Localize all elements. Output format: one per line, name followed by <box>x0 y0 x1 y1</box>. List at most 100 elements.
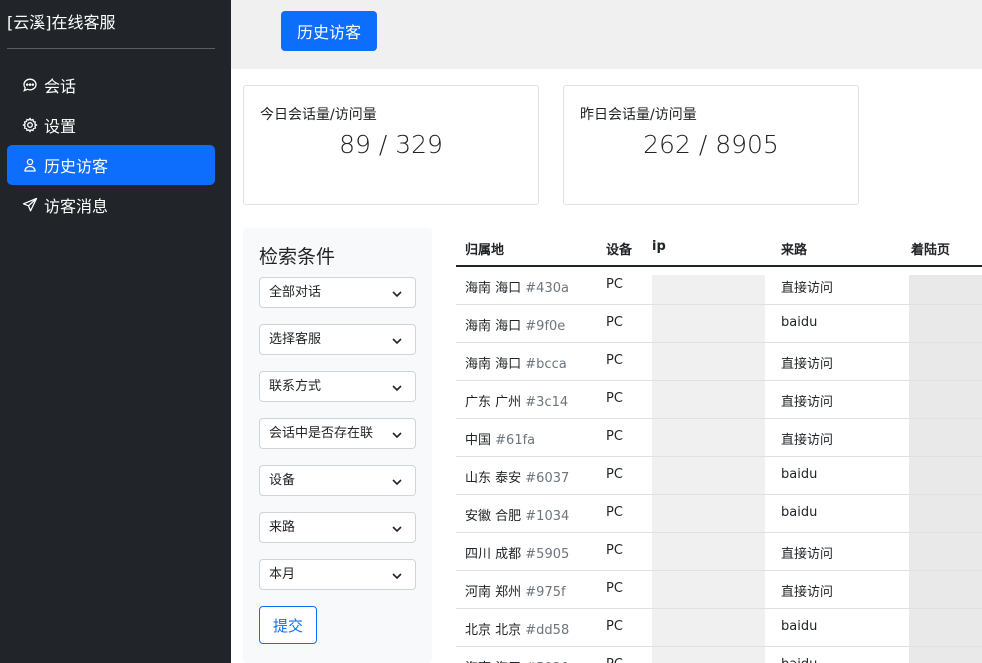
sidebar: [云溪]在线客服 会话 设置 历史访客 访客消息 <box>0 0 231 663</box>
device-cell: PC <box>606 619 623 634</box>
sidebar-item-visitor-messages[interactable]: 访客消息 <box>7 185 215 225</box>
device-cell: PC <box>606 467 623 482</box>
location-text: 四川 成都 <box>465 547 522 562</box>
chevron-down-icon <box>392 385 402 392</box>
device-cell: PC <box>606 277 623 292</box>
visitor-hash: #9f0e <box>525 319 566 334</box>
source-cell: baidu <box>781 619 818 634</box>
history-visitors-button[interactable]: 历史访客 <box>281 11 377 51</box>
visitor-hash: #5905 <box>525 547 570 562</box>
yesterday-stats-value: 262 / 8905 <box>643 130 779 159</box>
device-cell: PC <box>606 353 623 368</box>
table-row[interactable]: 北京 北京 #dd58 PC baidu <box>456 609 982 647</box>
column-header-landing-page: 着陆页 <box>911 243 951 258</box>
chat-icon <box>23 78 37 92</box>
sidebar-item-settings[interactable]: 设置 <box>7 105 215 145</box>
has-contact-filter-select[interactable]: 会话中是否存在联 <box>259 418 416 449</box>
table-row[interactable]: 海南 海口 #9f0e PC baidu <box>456 305 982 343</box>
location-cell: 广东 广州 #3c14 <box>465 391 568 410</box>
source-cell: 直接访问 <box>781 433 834 448</box>
sidebar-nav: 会话 设置 历史访客 访客消息 <box>7 65 215 225</box>
device-cell: PC <box>606 657 623 663</box>
today-stats-value: 89 / 329 <box>339 130 443 159</box>
table-row[interactable]: 广东 广州 #3c14 PC 直接访问 <box>456 381 982 419</box>
table-row[interactable]: 中国 #61fa PC 直接访问 <box>456 419 982 457</box>
location-cell: 四川 成都 #5905 <box>465 543 569 562</box>
sidebar-item-chat[interactable]: 会话 <box>7 65 215 105</box>
agent-filter-select[interactable]: 选择客服 <box>259 324 416 355</box>
visitor-hash: #61fa <box>495 433 536 448</box>
brand-title: [云溪]在线客服 <box>7 13 116 32</box>
device-cell: PC <box>606 543 623 558</box>
location-text: 海南 海口 <box>465 319 522 334</box>
location-cell: 北京 北京 #dd58 <box>465 619 569 638</box>
table-row[interactable]: 海南 海口 #bcca PC 直接访问 <box>456 343 982 381</box>
location-cell: 海南 海口 #bcca <box>465 353 567 372</box>
send-icon <box>22 197 38 212</box>
filter-panel: 检索条件 全部对话 选择客服 联系方式 会话中是否存在联 设备 来路 本月 提交 <box>243 228 432 663</box>
table-row[interactable]: 海南 海口 #5020 PC baidu <box>456 647 982 663</box>
submit-button[interactable]: 提交 <box>259 606 317 644</box>
today-stats-title: 今日会话量/访问量 <box>260 107 377 123</box>
chevron-down-icon <box>392 432 402 439</box>
visitor-hash: #3c14 <box>525 395 569 410</box>
location-cell: 海南 海口 #5020 <box>465 657 569 663</box>
period-filter-select[interactable]: 本月 <box>259 559 416 590</box>
conversation-filter-select[interactable]: 全部对话 <box>259 277 416 308</box>
contact-filter-select[interactable]: 联系方式 <box>259 371 416 402</box>
table-row[interactable]: 河南 郑州 #975f PC 直接访问 <box>456 571 982 609</box>
location-text: 山东 泰安 <box>465 471 522 486</box>
location-text: 北京 北京 <box>465 623 522 638</box>
source-cell: baidu <box>781 315 818 330</box>
visitor-hash: #430a <box>525 281 569 296</box>
device-cell: PC <box>606 505 623 520</box>
source-cell: 直接访问 <box>781 357 834 372</box>
sidebar-item-history-visitors[interactable]: 历史访客 <box>7 145 215 185</box>
yesterday-stats-title: 昨日会话量/访问量 <box>580 107 697 123</box>
location-cell: 海南 海口 #9f0e <box>465 315 565 334</box>
visitor-hash: #dd58 <box>525 623 570 638</box>
source-cell: 直接访问 <box>781 395 834 410</box>
sidebar-item-label: 历史访客 <box>44 157 109 176</box>
chevron-down-icon <box>392 526 402 533</box>
table-row[interactable]: 四川 成都 #5905 PC 直接访问 <box>456 533 982 571</box>
sidebar-item-label: 访客消息 <box>44 197 109 216</box>
filter-title: 检索条件 <box>259 246 336 268</box>
visitor-hash: #1034 <box>525 509 570 524</box>
column-header-ip: ip <box>652 239 666 254</box>
location-cell: 安徽 合肥 #1034 <box>465 505 569 524</box>
select-value: 联系方式 <box>269 379 322 394</box>
device-cell: PC <box>606 391 623 406</box>
visitor-hash: #bcca <box>525 357 567 372</box>
location-text: 海南 海口 <box>465 281 522 296</box>
brand-divider <box>7 48 215 49</box>
chevron-down-icon <box>392 291 402 298</box>
device-cell: PC <box>606 581 623 596</box>
table-header: 归属地 设备 ip 来路 着陆页 <box>456 228 982 267</box>
location-text: 安徽 合肥 <box>465 509 522 524</box>
table-row[interactable]: 海南 海口 #430a PC 直接访问 <box>456 267 982 305</box>
select-value: 本月 <box>269 567 296 582</box>
select-value: 来路 <box>269 520 296 535</box>
device-cell: PC <box>606 429 623 444</box>
source-cell: baidu <box>781 657 817 663</box>
device-filter-select[interactable]: 设备 <box>259 465 416 496</box>
sidebar-item-label: 会话 <box>44 77 77 96</box>
yesterday-stats-card: 昨日会话量/访问量 262 / 8905 <box>563 85 859 205</box>
table-row[interactable]: 山东 泰安 #6037 PC baidu <box>456 457 982 495</box>
table-row[interactable]: 安徽 合肥 #1034 PC baidu <box>456 495 982 533</box>
today-stats-card: 今日会话量/访问量 89 / 329 <box>243 85 539 205</box>
source-cell: baidu <box>781 467 818 482</box>
location-cell: 河南 郑州 #975f <box>465 581 566 600</box>
select-value: 会话中是否存在联 <box>269 426 374 441</box>
location-text: 广东 广州 <box>465 395 522 410</box>
location-cell: 山东 泰安 #6037 <box>465 467 569 486</box>
location-text: 河南 郑州 <box>465 585 522 600</box>
chevron-down-icon <box>392 479 402 486</box>
select-value: 设备 <box>269 473 296 488</box>
gear-icon <box>22 117 38 133</box>
source-filter-select[interactable]: 来路 <box>259 512 416 543</box>
source-cell: 直接访问 <box>781 585 834 600</box>
chevron-down-icon <box>392 338 402 345</box>
select-value: 全部对话 <box>269 285 322 300</box>
